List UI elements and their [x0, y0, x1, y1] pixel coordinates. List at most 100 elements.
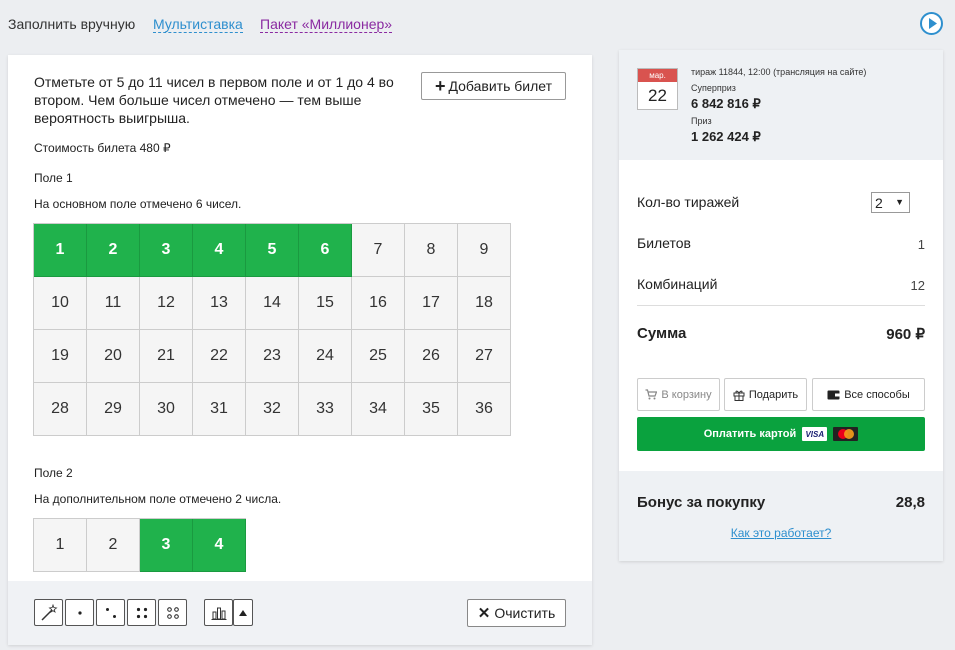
- pay-by-card-button[interactable]: Оплатить картой VISA: [637, 417, 925, 451]
- combinations-value: 12: [910, 278, 925, 293]
- draw-header: мар. 22 тираж 11844, 12:00 (трансляция н…: [619, 50, 943, 160]
- field1-number-cell[interactable]: 17: [405, 277, 458, 330]
- ticket-card: Отметьте от 5 до 11 чисел в первом поле …: [8, 55, 592, 645]
- field1-number-cell[interactable]: 23: [246, 330, 299, 383]
- dice-1-icon: [77, 610, 82, 615]
- tickets-value: 1: [917, 237, 925, 252]
- field1-number-cell[interactable]: 22: [193, 330, 246, 383]
- field2-number-cell[interactable]: 4: [193, 519, 246, 572]
- draws-count-value: 2: [875, 194, 883, 211]
- field2-grid: 1234: [33, 518, 246, 572]
- fill-toolbar: ✕ Очистить: [8, 581, 592, 645]
- random-4-alt-button[interactable]: [158, 599, 187, 626]
- field1-number-cell[interactable]: 34: [352, 383, 405, 436]
- calendar-month: мар.: [638, 69, 677, 82]
- bonus-value: 28,8: [895, 494, 925, 511]
- dropdown-arrow-icon: ▼: [895, 197, 904, 207]
- add-ticket-label: Добавить билет: [448, 78, 553, 94]
- stats-toggle-button[interactable]: [233, 599, 253, 626]
- mode-millionaire-pack-link[interactable]: Пакет «Миллионер»: [260, 16, 393, 33]
- pay-by-card-label: Оплатить картой: [703, 428, 797, 440]
- field2-number-cell[interactable]: 3: [140, 519, 193, 572]
- prize-value: 1 262 424 ₽: [691, 129, 761, 144]
- field1-number-cell[interactable]: 4: [193, 224, 246, 277]
- magic-wand-icon: [40, 603, 58, 621]
- random-1-button[interactable]: [65, 599, 94, 626]
- dice-4-icon: [136, 607, 147, 618]
- gift-button[interactable]: Подарить: [724, 378, 807, 411]
- field1-number-cell[interactable]: 12: [140, 277, 193, 330]
- add-to-cart-button[interactable]: В корзину: [637, 378, 720, 411]
- field1-number-cell[interactable]: 35: [405, 383, 458, 436]
- field1-number-cell[interactable]: 9: [458, 224, 511, 277]
- superprize-label: Суперприз: [691, 83, 736, 93]
- clear-button[interactable]: ✕ Очистить: [467, 599, 566, 627]
- draws-count-label: Кол-во тиражей: [637, 194, 740, 210]
- field2-number-cell[interactable]: 2: [87, 519, 140, 572]
- all-payment-methods-label: Все способы: [844, 388, 910, 401]
- field1-number-cell[interactable]: 14: [246, 277, 299, 330]
- dice-2-icon: [105, 607, 116, 618]
- auto-fill-button[interactable]: [34, 599, 63, 626]
- field1-number-cell[interactable]: 20: [87, 330, 140, 383]
- wallet-icon: [827, 390, 840, 400]
- clear-label: Очистить: [494, 605, 556, 621]
- field1-number-cell[interactable]: 31: [193, 383, 246, 436]
- field1-number-cell[interactable]: 36: [458, 383, 511, 436]
- stats-chart-icon: [211, 607, 226, 620]
- field1-number-cell[interactable]: 13: [193, 277, 246, 330]
- field1-number-cell[interactable]: 6: [299, 224, 352, 277]
- field2-number-cell[interactable]: 1: [34, 519, 87, 572]
- visa-logo-icon: VISA: [802, 427, 828, 441]
- mode-manual-tab[interactable]: Заполнить вручную: [8, 16, 135, 32]
- add-ticket-button[interactable]: + Добавить билет: [421, 72, 566, 100]
- stats-button[interactable]: [204, 599, 233, 626]
- calendar-icon: мар. 22: [637, 68, 678, 110]
- bonus-section: Бонус за покупку 28,8 Как это работает?: [619, 471, 943, 561]
- bonus-label: Бонус за покупку: [637, 494, 766, 511]
- field1-number-cell[interactable]: 21: [140, 330, 193, 383]
- total-value: 960 ₽: [886, 326, 925, 343]
- field1-number-cell[interactable]: 30: [140, 383, 193, 436]
- field1-number-cell[interactable]: 32: [246, 383, 299, 436]
- mode-multibet-link[interactable]: Мультиставка: [153, 16, 243, 33]
- field1-number-cell[interactable]: 19: [34, 330, 87, 383]
- random-4-button[interactable]: [127, 599, 156, 626]
- total-label: Сумма: [637, 325, 687, 342]
- play-icon: [929, 18, 937, 29]
- combinations-label: Комбинаций: [637, 276, 718, 292]
- field1-number-cell[interactable]: 25: [352, 330, 405, 383]
- field1-number-cell[interactable]: 16: [352, 277, 405, 330]
- field1-number-cell[interactable]: 33: [299, 383, 352, 436]
- field1-number-cell[interactable]: 26: [405, 330, 458, 383]
- field1-number-cell[interactable]: 8: [405, 224, 458, 277]
- field1-number-cell[interactable]: 29: [87, 383, 140, 436]
- how-it-works-link[interactable]: Как это работает?: [619, 526, 943, 540]
- field1-number-cell[interactable]: 24: [299, 330, 352, 383]
- field1-number-cell[interactable]: 18: [458, 277, 511, 330]
- field1-number-cell[interactable]: 3: [140, 224, 193, 277]
- field2-title: Поле 2: [34, 466, 73, 480]
- all-payment-methods-button[interactable]: Все способы: [812, 378, 925, 411]
- cart-icon: [645, 389, 658, 400]
- ticket-price: Стоимость билета 480 ₽: [34, 141, 171, 155]
- field1-number-cell[interactable]: 11: [87, 277, 140, 330]
- field1-number-cell[interactable]: 2: [87, 224, 140, 277]
- draws-count-select[interactable]: 2 ▼: [871, 192, 910, 213]
- field1-info: На основном поле отмечено 6 чисел.: [34, 197, 242, 211]
- field1-number-cell[interactable]: 27: [458, 330, 511, 383]
- field1-number-cell[interactable]: 28: [34, 383, 87, 436]
- draw-info: тираж 11844, 12:00 (трансляция на сайте): [691, 67, 867, 77]
- gift-label: Подарить: [748, 388, 799, 401]
- summary-divider: [637, 305, 925, 306]
- field1-number-cell[interactable]: 5: [246, 224, 299, 277]
- field1-number-cell[interactable]: 15: [299, 277, 352, 330]
- field1-grid: 1 2 3 4 5 6 7 8 9 10 11 12 13 14 15 16 17 18 19 20 21 22 23 24 2…: [33, 223, 511, 436]
- field1-number-cell[interactable]: 7: [352, 224, 405, 277]
- play-video-button[interactable]: [920, 12, 943, 35]
- random-2-button[interactable]: [96, 599, 125, 626]
- mastercard-logo-icon: [833, 427, 859, 441]
- field1-number-cell[interactable]: 10: [34, 277, 87, 330]
- field1-number-cell[interactable]: 1: [34, 224, 87, 277]
- dice-4-alt-icon: [166, 606, 179, 619]
